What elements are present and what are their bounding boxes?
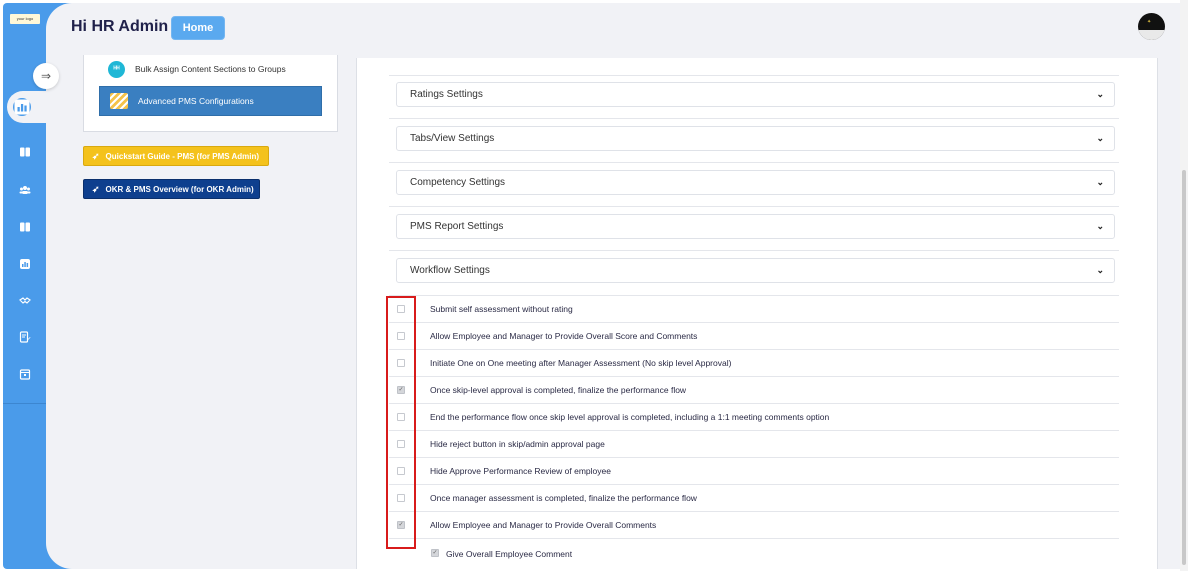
avatar[interactable]: ✦ [1138,13,1165,40]
report-icon[interactable] [19,258,31,270]
bulk-assign-item[interactable]: ᴴᴴ Bulk Assign Content Sections to Group… [108,60,286,78]
accordion-label: Workflow Settings [410,265,490,276]
edit-doc-icon[interactable] [19,331,31,343]
book-icon[interactable] [19,146,31,158]
option-label: Allow Employee and Manager to Provide Ov… [430,331,698,341]
advanced-pms-config-item[interactable]: Advanced PMS Configurations [99,86,322,116]
workflow-option-row: Allow Employee and Manager to Provide Ov… [389,512,1119,539]
scrollbar-thumb[interactable] [1182,170,1186,565]
users-icon[interactable] [19,184,31,196]
accordion-workflow-settings[interactable]: Workflow Settings ⌄ [396,258,1115,283]
home-button[interactable]: Home [171,16,225,40]
handshake-icon[interactable] [19,294,31,306]
option-label: Once manager assessment is completed, fi… [430,493,697,503]
option-label: Hide Approve Performance Review of emplo… [430,466,611,476]
option-label: Submit self assessment without rating [430,304,573,314]
workflow-option-row: Once skip-level approval is completed, f… [389,377,1119,404]
chevron-down-icon: ⌄ [1096,177,1104,187]
quickstart-guide-button[interactable]: ➶ Quickstart Guide - PMS (for PMS Admin) [83,146,269,166]
book-open-icon[interactable] [19,221,31,233]
chevron-down-icon: ⌄ [1096,89,1104,99]
sidebar-collapse-button[interactable]: ⇒ [33,63,59,89]
accordion-tabs-view-settings[interactable]: Tabs/View Settings ⌄ [396,126,1115,151]
chevron-down-icon: ⌄ [1096,265,1104,275]
divider [389,206,1119,207]
divider [389,75,1119,76]
chevron-down-icon: ⌄ [1096,221,1104,231]
avatar-mark-icon: ✦ [1147,19,1152,25]
workflow-option-row: Once manager assessment is completed, fi… [389,485,1119,512]
sidebar-divider [3,403,49,404]
divider [389,118,1119,119]
option-label: Once skip-level approval is completed, f… [430,385,687,395]
sub-option-label: Give Overall Employee Comment [446,549,573,559]
option-label: Hide reject button in skip/admin approva… [430,439,605,449]
accordion-label: Ratings Settings [410,89,483,100]
option-label: Initiate One on One meeting after Manage… [430,358,732,368]
collapse-arrow-icon: ⇒ [40,69,52,83]
workflow-option-row: Hide reject button in skip/admin approva… [389,431,1119,458]
workflow-option-row: Allow Employee and Manager to Provide Ov… [389,323,1119,350]
advanced-pms-label: Advanced PMS Configurations [138,96,254,106]
divider [389,162,1119,163]
sub-option-row: Give Overall Employee Comment [389,544,1119,566]
group-icon: ᴴᴴ [108,60,125,78]
accordion-competency-settings[interactable]: Competency Settings ⌄ [396,170,1115,195]
workflow-option-row: Submit self assessment without rating [389,296,1119,323]
workflow-option-row: End the performance flow once skip level… [389,404,1119,431]
chevron-down-icon: ⌄ [1096,133,1104,143]
rocket-icon: ➶ [92,150,100,161]
workflow-option-row: Hide Approve Performance Review of emplo… [389,458,1119,485]
accordion-label: PMS Report Settings [410,221,504,232]
logo: your logo [10,14,40,24]
okr-overview-button[interactable]: ➶ OKR & PMS Overview (for OKR Admin) [83,179,260,199]
accordion-label: Competency Settings [410,177,506,188]
annotation-highlight-box [386,296,416,549]
accordion-ratings-settings[interactable]: Ratings Settings ⌄ [396,82,1115,107]
option-label: End the performance flow once skip level… [430,412,830,422]
settings-stripes-icon [110,93,128,109]
rocket-icon: ➶ [92,183,100,194]
option-label: Allow Employee and Manager to Provide Ov… [430,520,657,530]
accordion-label: Tabs/View Settings [410,133,495,144]
quickstart-label: Quickstart Guide - PMS (for PMS Admin) [105,151,260,161]
okr-label: OKR & PMS Overview (for OKR Admin) [105,184,254,194]
accordion-pms-report-settings[interactable]: PMS Report Settings ⌄ [396,214,1115,239]
workflow-option-row: Initiate One on One meeting after Manage… [389,350,1119,377]
chart-icon [13,98,31,116]
sub-option-checkbox[interactable] [431,549,439,557]
page-title: Hi HR Admin [71,18,169,35]
divider [389,250,1119,251]
bulk-assign-label: Bulk Assign Content Sections to Groups [135,64,286,74]
calendar-icon[interactable] [19,368,31,380]
